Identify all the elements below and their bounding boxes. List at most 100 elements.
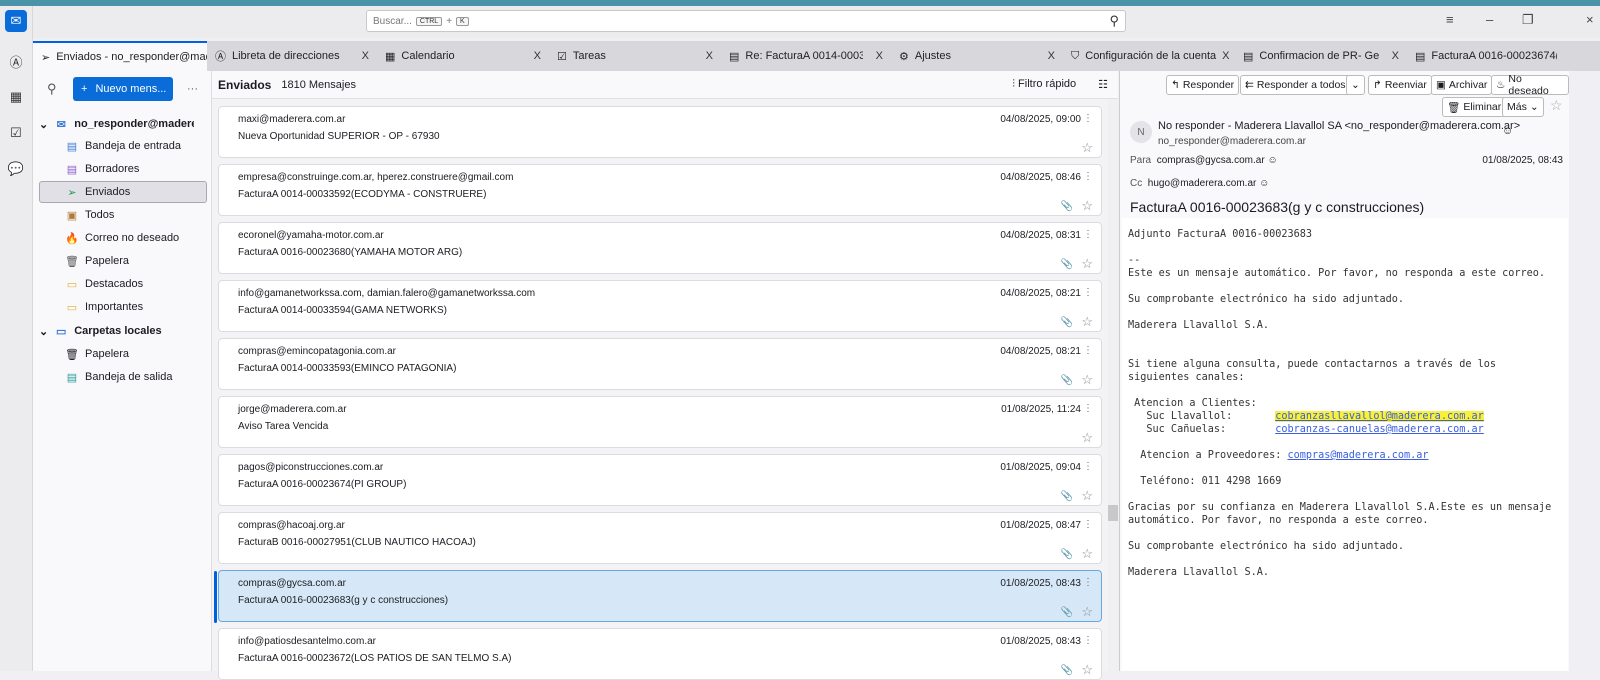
more-options-icon[interactable]: ⋮: [1083, 403, 1093, 414]
chat-icon[interactable]: 💬: [5, 158, 27, 180]
star-icon[interactable]: ☆: [1081, 546, 1093, 562]
message-row[interactable]: pagos@piconstrucciones.com.ar 01/08/2025,…: [218, 454, 1102, 506]
tasks-icon[interactable]: ☑: [5, 122, 27, 144]
close-tab-icon[interactable]: X: [1222, 50, 1229, 62]
more-options-icon[interactable]: ⋮: [1083, 345, 1093, 356]
folder-trash[interactable]: 🗑 Papelera: [39, 250, 207, 272]
more-options-icon[interactable]: ⋮: [1083, 113, 1093, 124]
archive-button[interactable]: ▣ Archivar: [1431, 75, 1493, 95]
message-row[interactable]: compras@gycsa.com.ar 01/08/2025, 08:43 ⋮ Fa…: [214, 570, 1102, 623]
more-options-icon[interactable]: ⋮: [1083, 577, 1093, 588]
message-row[interactable]: info@gamanetworkssa.com, damian.falero@g…: [218, 280, 1102, 332]
more-options-icon[interactable]: ⋮: [1083, 229, 1093, 240]
folder-all[interactable]: ▣ Todos: [39, 204, 207, 226]
tab-confirmacion[interactable]: ▤Confirmacion de PR- GeneralX: [1235, 41, 1407, 71]
delete-button[interactable]: 🗑 Eliminar: [1442, 97, 1507, 117]
close-window-icon[interactable]: ×: [1586, 12, 1594, 27]
message-sender: compras@gycsa.com.ar: [238, 578, 346, 589]
star-icon[interactable]: ☆: [1081, 662, 1093, 678]
message-row[interactable]: compras@emincopatagonia.com.ar 04/08/2025…: [218, 338, 1102, 390]
cc-address[interactable]: hugo@maderera.com.ar: [1148, 178, 1257, 189]
link-cobranzas-llavallol[interactable]: cobranzasllavallol@maderera.com.ar: [1275, 411, 1484, 422]
new-message-button[interactable]: + Nuevo mens...: [73, 77, 173, 101]
avatar: N: [1130, 121, 1152, 143]
account-folder[interactable]: ⌄✉no_responder@maderera.com.ar: [39, 113, 207, 135]
message-list: Enviados 1810 Mensajes ⫶ Filtro rápido ☷…: [212, 71, 1118, 680]
tab-re-factura[interactable]: ▤Re: FacturaA 0014-00033637X: [721, 41, 891, 71]
star-icon[interactable]: ☆: [1081, 256, 1093, 272]
search-input[interactable]: Buscar... CTRL + K ⚲: [366, 10, 1126, 32]
star-icon[interactable]: ☆: [1081, 140, 1093, 156]
close-tab-icon[interactable]: X: [706, 50, 713, 62]
folder-outbox[interactable]: ▤ Bandeja de salida: [39, 366, 207, 388]
close-tab-icon[interactable]: X: [1392, 50, 1399, 62]
list-options-icon[interactable]: ☷: [1098, 78, 1108, 91]
star-icon[interactable]: ☆: [1081, 604, 1093, 620]
junk-button[interactable]: ♨ No deseado: [1491, 73, 1569, 97]
tab-calendar[interactable]: ▦ Calendario X: [377, 41, 549, 71]
sender-name[interactable]: No responder - Maderera Llavallol SA <no…: [1158, 120, 1520, 132]
link-compras[interactable]: compras@maderera.com.ar: [1287, 450, 1428, 461]
menu-icon[interactable]: ≡: [1446, 12, 1454, 27]
message-pane-scrollbar[interactable]: [1569, 71, 1600, 671]
folder-starred[interactable]: ▭ Destacados: [39, 273, 207, 295]
reply-button[interactable]: ↰ Responder: [1166, 75, 1240, 95]
search-icon[interactable]: ⚲: [1109, 13, 1119, 29]
close-tab-icon[interactable]: X: [362, 50, 369, 62]
folder-junk[interactable]: 🔥 Correo no deseado: [39, 227, 207, 249]
folder-sent[interactable]: ➢ Enviados: [39, 181, 207, 203]
star-icon[interactable]: ☆: [1081, 372, 1093, 388]
star-icon[interactable]: ☆: [1550, 97, 1563, 114]
contact-icon[interactable]: ☺: [1267, 155, 1277, 166]
message-row[interactable]: compras@hacoaj.org.ar 01/08/2025, 08:47 ⋮ F…: [218, 512, 1102, 564]
close-tab-icon[interactable]: X: [534, 50, 541, 62]
tab-account-settings[interactable]: ⛉ Configuración de la cuenta X: [1063, 41, 1235, 71]
contact-icon[interactable]: ☺: [1259, 178, 1269, 189]
folder-local-trash[interactable]: 🗑 Papelera: [39, 343, 207, 365]
local-folders[interactable]: ⌄ ▭ Carpetas locales: [39, 320, 207, 342]
message-row[interactable]: ecoronel@yamaha-motor.com.ar 04/08/2025, …: [218, 222, 1102, 274]
message-row[interactable]: maxi@maderera.com.ar 04/08/2025, 09:00 ⋮ Nu…: [218, 106, 1102, 158]
more-options-icon[interactable]: ⋮: [1083, 635, 1093, 646]
calendar-icon[interactable]: ▦: [5, 86, 27, 108]
forward-button[interactable]: ↱ Reenviar: [1368, 75, 1432, 95]
more-options-icon[interactable]: ⋮: [1083, 171, 1093, 182]
send-icon: ➢: [41, 51, 51, 64]
folder-important[interactable]: ▭ Importantes: [39, 296, 207, 318]
quick-filter-button[interactable]: ⫶ Filtro rápido: [1012, 78, 1076, 91]
tab-settings[interactable]: ⚙ Ajustes X: [891, 41, 1063, 71]
link-cobranzas-canuelas[interactable]: cobranzas-canuelas@maderera.com.ar: [1275, 424, 1484, 435]
tab-address-book[interactable]: Ⓐ Libreta de direcciones X: [207, 41, 377, 71]
tab-enviados[interactable]: ➢Enviados - no_responder@maderera.com.ar: [33, 41, 207, 71]
more-options-icon[interactable]: ⋮: [1083, 519, 1093, 530]
reply-all-button[interactable]: ⇇ Responder a todos: [1240, 75, 1351, 95]
to-address[interactable]: compras@gycsa.com.ar: [1157, 155, 1265, 166]
reply-all-dropdown[interactable]: ⌄: [1346, 75, 1365, 95]
close-tab-icon[interactable]: X: [1048, 50, 1055, 62]
more-options-icon[interactable]: ⋮: [1083, 287, 1093, 298]
more-options-icon[interactable]: ⋮: [1083, 461, 1093, 472]
minimize-icon[interactable]: –: [1486, 12, 1493, 27]
restore-icon[interactable]: ❐: [1522, 12, 1534, 28]
folder-inbox[interactable]: ▤ Bandeja de entrada: [39, 135, 207, 157]
folder-drafts[interactable]: ▤ Borradores: [39, 158, 207, 180]
scrollbar-thumb[interactable]: [1108, 505, 1118, 521]
message-list-scrollbar[interactable]: [1108, 99, 1118, 671]
message-row[interactable]: jorge@maderera.com.ar 01/08/2025, 11:24 ⋮ A…: [218, 396, 1102, 448]
tab-tasks[interactable]: ☑ Tareas X: [549, 41, 721, 71]
star-icon[interactable]: ☆: [1081, 198, 1093, 214]
message-row[interactable]: empresa@construinge.com.ar, hperez.const…: [218, 164, 1102, 216]
get-messages-icon[interactable]: ⚲: [47, 81, 57, 97]
star-icon[interactable]: ☆: [1081, 314, 1093, 330]
contact-icon[interactable]: ☺: [1502, 125, 1513, 137]
more-button[interactable]: ···: [187, 83, 198, 95]
gear-icon: ⚙: [899, 50, 909, 63]
address-book-icon[interactable]: Ⓐ: [5, 50, 27, 72]
tab-factura-pi[interactable]: ▤FacturaA 0016-00023674(PI GROUP): [1407, 41, 1557, 71]
close-tab-icon[interactable]: X: [876, 50, 883, 62]
mail-icon[interactable]: ✉: [5, 10, 27, 32]
star-icon[interactable]: ☆: [1081, 488, 1093, 504]
star-icon[interactable]: ☆: [1081, 430, 1093, 446]
more-button[interactable]: Más ⌄: [1502, 97, 1544, 117]
message-row[interactable]: info@patiosdesantelmo.com.ar 01/08/2025, …: [218, 628, 1102, 680]
